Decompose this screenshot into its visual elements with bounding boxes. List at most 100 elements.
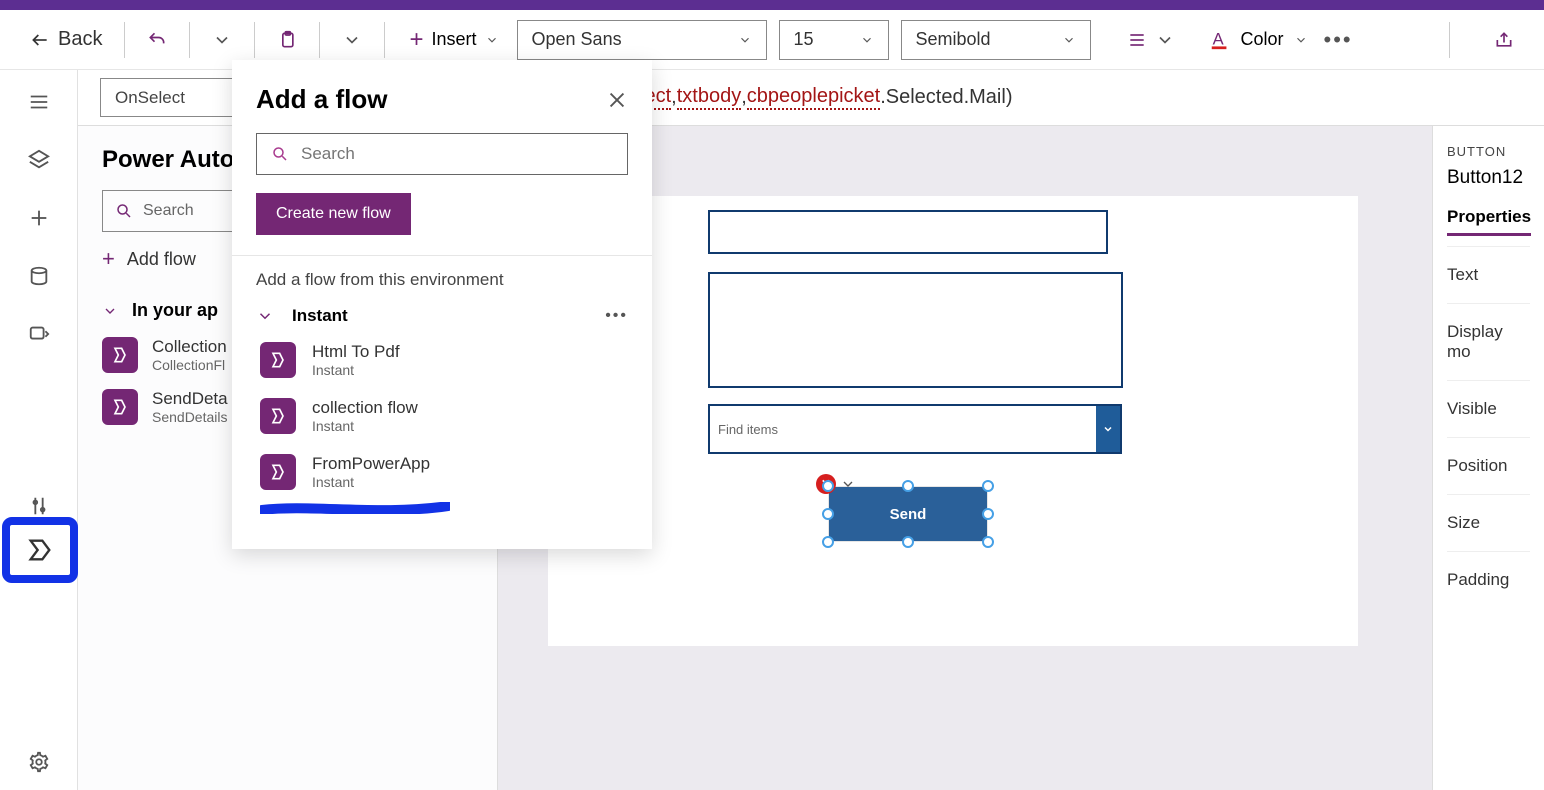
flow-category[interactable]: Instant ••• [256,300,628,332]
font-weight-select[interactable]: Semibold [901,20,1091,60]
screen-card: Find items ✕ Send [548,196,1358,646]
control-type-caption: BUTTON [1447,144,1530,159]
app-header-bar [0,0,1544,10]
rail-powerautomate-highlight [2,517,78,583]
rail-insert-icon[interactable] [27,206,51,230]
flow-labels: SendDeta SendDetails [152,389,228,425]
resize-handle[interactable] [982,536,994,548]
prop-row[interactable]: Position [1447,437,1530,494]
formula-bar[interactable]: (txtsubject,txtbody,cbpeoplepicket.Selec… [560,70,1544,125]
color-label: Color [1241,29,1284,50]
back-button[interactable]: Back [20,22,112,57]
close-icon[interactable] [606,89,628,111]
search-icon [115,202,133,220]
left-rail [0,70,78,790]
resize-handle[interactable] [982,508,994,520]
create-new-flow-button[interactable]: Create new flow [256,193,411,235]
flow-subtitle: Instant [312,474,430,490]
more-button[interactable]: ••• [1314,27,1363,53]
fx-arg: cbpeoplepicket [747,85,880,110]
popup-search[interactable] [256,133,628,175]
rail-settings-icon[interactable] [27,750,51,774]
flow-title: collection flow [312,398,418,418]
category-more-icon[interactable]: ••• [605,307,628,325]
popup-search-input[interactable] [301,144,613,164]
undo-button[interactable] [137,24,177,56]
prop-row[interactable]: Padding [1447,551,1530,608]
combo-placeholder: Find items [710,422,1096,437]
control-name: Button12 [1447,167,1530,189]
font-family-select[interactable]: Open Sans [517,20,767,60]
chevron-down-icon[interactable] [840,476,856,492]
chevron-down-icon [1155,30,1175,50]
combo-chevron[interactable] [1096,406,1120,452]
flow-subtitle: Instant [312,418,418,434]
canvas-text-input[interactable] [708,272,1123,388]
flow-badge-icon [260,398,296,434]
flow-title: SendDeta [152,389,228,409]
rail-layers-icon[interactable] [27,148,51,172]
share-button[interactable] [1484,24,1524,56]
clipboard-icon [277,30,297,50]
add-flow-popup: Add a flow Create new flow Add a flow fr… [232,60,652,549]
flow-subtitle: SendDetails [152,409,228,425]
resize-handle[interactable] [902,536,914,548]
prop-row[interactable]: Visible [1447,380,1530,437]
fx-arg: txtbody [677,85,741,110]
popup-flow-item[interactable]: FromPowerApp Instant [256,444,628,500]
popup-flow-item[interactable]: collection flow Instant [256,388,628,444]
paste-button[interactable] [267,24,307,56]
chevron-down-icon [860,33,874,47]
properties-tab[interactable]: Properties [1447,207,1531,236]
flow-title: Html To Pdf [312,342,400,362]
rail-data-icon[interactable] [27,264,51,288]
popup-flow-item[interactable]: Html To Pdf Instant [256,332,628,388]
rail-tree-icon[interactable] [27,90,51,114]
font-size-value: 15 [794,29,814,50]
add-flow-label: Add flow [127,249,196,270]
prop-row[interactable]: Display mo [1447,303,1530,380]
prop-row[interactable]: Text [1447,246,1530,303]
send-button[interactable]: Send [828,486,988,542]
category-label: Instant [292,306,348,326]
chevron-down-icon [256,307,274,325]
canvas-combo-box[interactable]: Find items [708,404,1122,454]
flow-badge-icon [102,389,138,425]
resize-handle[interactable] [822,480,834,492]
flow-badge-icon [260,454,296,490]
undo-icon [147,30,167,50]
flow-badge-icon [260,342,296,378]
rail-tools-icon[interactable] [27,494,51,518]
flow-labels: Html To Pdf Instant [312,342,400,378]
resize-handle[interactable] [822,508,834,520]
resize-handle[interactable] [822,536,834,548]
rail-media-icon[interactable] [27,322,51,346]
color-button[interactable]: A Color [1209,29,1308,51]
font-color-icon: A [1209,29,1231,51]
flow-icon[interactable] [26,536,54,564]
tree-section-label: In your ap [132,300,218,321]
undo-dropdown[interactable] [202,24,242,56]
prop-row[interactable]: Size [1447,494,1530,551]
chevron-down-icon [342,30,362,50]
font-size-select[interactable]: 15 [779,20,889,60]
chevron-down-icon [738,33,752,47]
canvas-text-input[interactable] [708,210,1108,254]
flow-labels: Collection CollectionFl [152,337,227,373]
paste-dropdown[interactable] [332,24,372,56]
divider [319,22,320,58]
align-icon [1127,30,1147,50]
resize-handle[interactable] [982,480,994,492]
selected-control: ✕ Send [828,486,988,542]
resize-handle[interactable] [902,480,914,492]
divider [254,22,255,58]
flow-subtitle: CollectionFl [152,357,227,373]
plus-icon: + [409,28,423,52]
properties-panel: BUTTON Button12 Properties Text Display … [1432,126,1544,790]
plus-icon: + [102,246,115,272]
chevron-down-icon [485,33,499,47]
align-button[interactable] [1117,24,1185,56]
chevron-down-icon [1294,33,1308,47]
fx-suffix: .Selected.Mail) [880,86,1012,109]
insert-button[interactable]: + Insert [397,28,510,52]
